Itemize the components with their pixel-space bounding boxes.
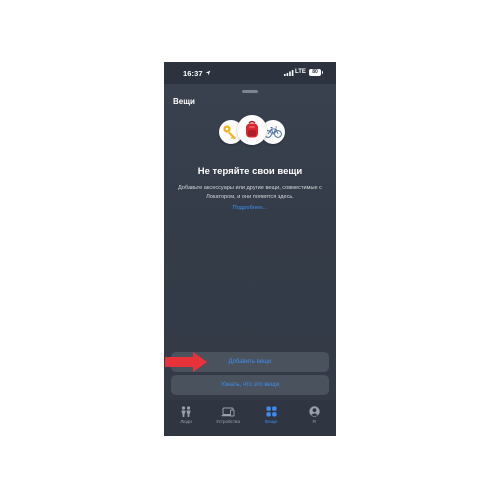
sheet-title: Вещи <box>173 97 195 106</box>
tab-people[interactable]: Люди <box>165 406 207 424</box>
backpack-bubble <box>237 115 267 145</box>
battery-indicator: 80 <box>309 69 321 76</box>
tab-label-me: Я <box>312 419 316 424</box>
empty-state-title: Не теряйте свои вещи <box>197 166 303 177</box>
tab-me[interactable]: Я <box>293 406 335 424</box>
status-bar: 16:37 LTE 80 <box>164 62 336 84</box>
phone-screen: 16:37 LTE 80 Вещи Не теряйте свои вещи Д… <box>164 62 336 436</box>
tab-label-devices: Устройства <box>215 419 241 424</box>
sheet-grabber-handle[interactable] <box>242 90 258 93</box>
annotation-arrow-icon <box>165 352 207 372</box>
status-time: 16:37 <box>183 69 203 78</box>
backpack-icon <box>246 120 258 138</box>
tab-label-items: Вещи <box>265 419 277 424</box>
cellular-signal-icon <box>284 70 294 76</box>
battery-tip <box>321 71 323 74</box>
learn-more-link[interactable]: Подробнее... <box>164 205 336 211</box>
tab-bar: Люди Устройства Вещи Я <box>164 400 336 436</box>
items-grid-icon <box>266 406 276 417</box>
people-icon <box>181 406 191 417</box>
devices-icon <box>221 407 235 417</box>
location-arrow-icon <box>205 70 211 76</box>
tab-devices[interactable]: Устройства <box>207 406 249 424</box>
empty-state-description: Добавьте аксессуары или другие вещи, сов… <box>178 185 322 200</box>
person-circle-icon <box>308 406 320 417</box>
network-type-label: LTE <box>295 69 306 75</box>
what-are-items-button[interactable]: Узнать, что это вещи <box>171 375 329 395</box>
tab-items[interactable]: Вещи <box>250 406 292 424</box>
tab-label-people: Люди <box>180 419 192 424</box>
